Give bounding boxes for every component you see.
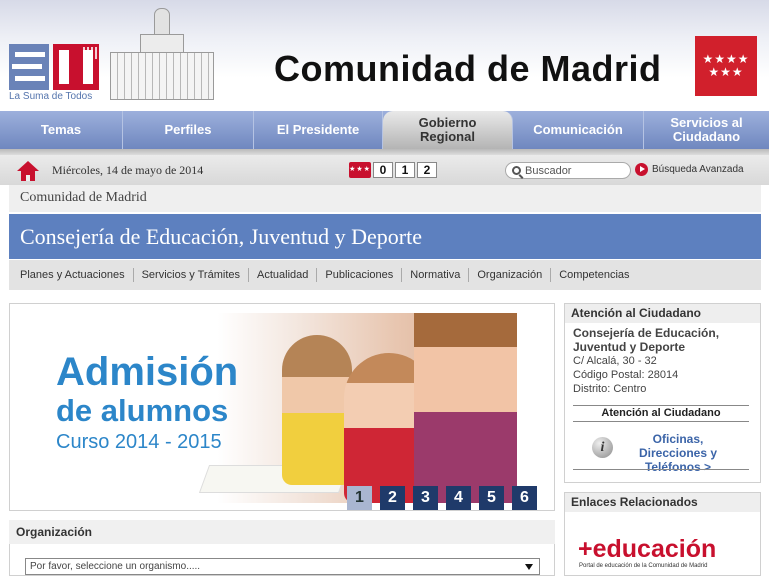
counter-flag-icon: ★★★ [349, 162, 371, 178]
nav-item-perfiles[interactable]: Perfiles [123, 111, 254, 149]
contact-address: Consejería de Educación, Juventud y Depo… [573, 326, 758, 396]
search-input[interactable] [525, 164, 625, 177]
educacion-portal-logo[interactable]: +educación [578, 536, 716, 562]
subnav-servicios-tramites[interactable]: Servicios y Trámites [134, 268, 249, 282]
postal-code: Código Postal: 28014 [573, 369, 679, 381]
site-title[interactable]: Comunidad de Madrid [274, 48, 662, 90]
advanced-search-link[interactable]: Búsqueda Avanzada [635, 163, 744, 176]
atencion-subheading: Atención al Ciudadano [573, 405, 749, 422]
comunidad-madrid-logo[interactable] [9, 44, 99, 90]
banner-headline: Admisión [56, 350, 239, 394]
main-nav: Temas Perfiles El Presidente Gobierno Re… [0, 111, 769, 149]
counter-digit: 2 [417, 162, 437, 178]
pager-button-3[interactable]: 3 [413, 486, 438, 510]
page-title: Consejería de Educación, Juventud y Depo… [9, 214, 761, 259]
dropdown-arrow-icon [525, 564, 533, 570]
subnav-organizacion[interactable]: Organización [469, 268, 552, 282]
oficinas-link[interactable]: Oficinas, Direcciones y Teléfonos > [617, 432, 739, 474]
subnav-normativa[interactable]: Normativa [402, 268, 470, 282]
section-subnav: Planes y Actuaciones Servicios y Trámite… [9, 260, 761, 290]
site-header: La Suma de Todos Comunidad de Madrid ★★★… [0, 0, 769, 111]
child-figure [414, 313, 517, 503]
subnav-publicaciones[interactable]: Publicaciones [317, 268, 403, 282]
pager-button-5[interactable]: 5 [479, 486, 504, 510]
info-icon: i [592, 437, 613, 458]
organismo-select-value: Por favor, seleccione un organismo..... [30, 561, 201, 572]
enlaces-title: Enlaces Relacionados [565, 493, 760, 512]
subnav-planes-actuaciones[interactable]: Planes y Actuaciones [12, 268, 134, 282]
logo-tagline: La Suma de Todos [9, 91, 93, 102]
subnav-competencias[interactable]: Competencias [551, 268, 637, 282]
pager-button-1[interactable]: 1 [347, 486, 372, 510]
organismo-select[interactable]: Por favor, seleccione un organismo..... [25, 558, 540, 575]
street-address: C/ Alcalá, 30 - 32 [573, 355, 657, 367]
nav-item-gobierno-regional[interactable]: Gobierno Regional [383, 111, 513, 149]
counter-digit: 1 [395, 162, 415, 178]
current-date: Miércoles, 14 de mayo de 2014 [52, 163, 204, 177]
nav-item-el-presidente[interactable]: El Presidente [254, 111, 383, 149]
nav-item-temas[interactable]: Temas [0, 111, 123, 149]
madrid-flag-icon: ★★★★ ★★★ [695, 36, 757, 96]
advanced-search-label: Búsqueda Avanzada [652, 164, 744, 175]
dept-name: Consejería de Educación, Juventud y Depo… [573, 326, 720, 354]
educacion-portal-subtitle: Portal de educación de la Comunidad de M… [579, 563, 708, 569]
child-figure [282, 335, 352, 485]
district: Distrito: Centro [573, 383, 647, 395]
play-arrow-icon [635, 163, 648, 176]
search-box[interactable] [505, 162, 631, 179]
search-icon [512, 166, 521, 175]
subnav-actualidad[interactable]: Actualidad [249, 268, 318, 282]
palace-illustration-icon [110, 8, 214, 100]
home-icon[interactable] [17, 161, 39, 181]
atencion-title: Atención al Ciudadano [565, 304, 760, 323]
pager-button-4[interactable]: 4 [446, 486, 471, 510]
carousel-pager: 1 2 3 4 5 6 [347, 486, 537, 510]
divider [573, 469, 749, 470]
counter-digit: 0 [373, 162, 393, 178]
pager-button-6[interactable]: 6 [512, 486, 537, 510]
banner-course: Curso 2014 - 2015 [56, 431, 222, 453]
nav-item-comunicacion[interactable]: Comunicación [513, 111, 644, 149]
organizacion-title: Organización [9, 520, 555, 544]
banner-headline-2: de alumnos [56, 393, 229, 428]
breadcrumb[interactable]: Comunidad de Madrid [20, 190, 147, 206]
nav-item-servicios-ciudadano[interactable]: Servicios al Ciudadano [644, 111, 769, 149]
pager-button-2[interactable]: 2 [380, 486, 405, 510]
visit-counter: ★★★ 0 1 2 [349, 162, 437, 178]
